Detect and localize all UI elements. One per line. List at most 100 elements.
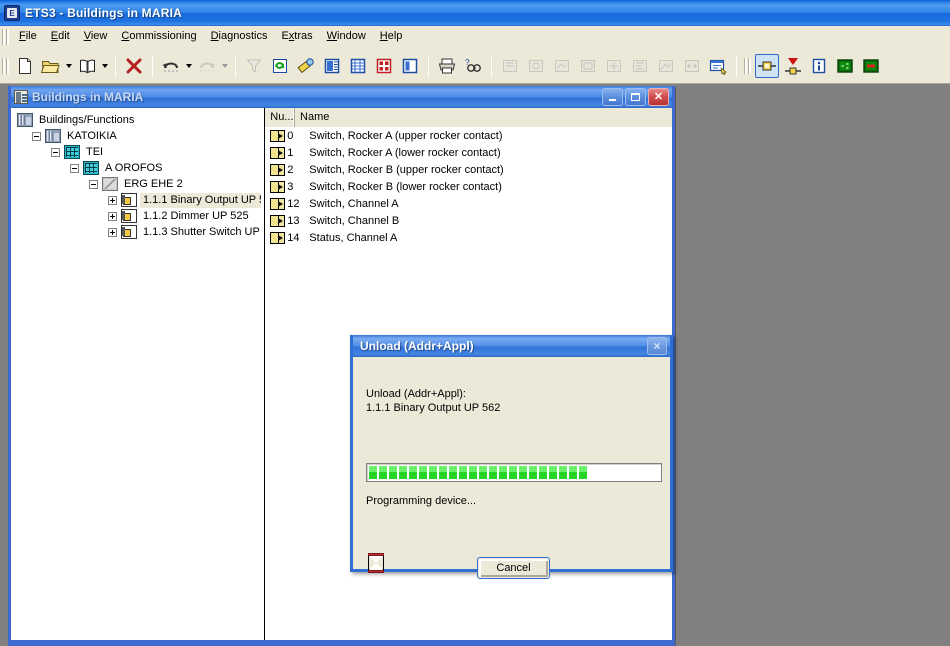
- child-maximize-button[interactable]: [625, 88, 646, 106]
- undo-icon[interactable]: [159, 54, 183, 78]
- table-row[interactable]: 1 Switch, Rocker A (lower rocker contact…: [265, 144, 672, 161]
- progress-bar-fill: [369, 466, 590, 479]
- tree-expander-plus[interactable]: [108, 227, 117, 237]
- find-icon[interactable]: [294, 54, 318, 78]
- device-1-icon: [498, 54, 522, 78]
- tree-node-binary-output[interactable]: 1.1.1 Binary Output UP 562: [15, 192, 262, 208]
- tree-node-label: 1.1.2 Dimmer UP 525: [143, 209, 249, 222]
- table-row[interactable]: 14 Status, Channel A: [265, 229, 672, 246]
- page-title: ETS3 - Buildings in MARIA: [25, 6, 182, 20]
- row-number: 14: [287, 231, 300, 244]
- refresh-icon[interactable]: [268, 54, 292, 78]
- device-7-icon: [654, 54, 678, 78]
- menu-diagnostics[interactable]: Diagnostics: [204, 28, 275, 45]
- row-name: Switch, Rocker B (lower rocker contact): [309, 180, 502, 193]
- tree-node-label: A OROFOS: [105, 161, 163, 174]
- list-column-header: Nu... Name: [265, 108, 672, 127]
- room-icon: [102, 177, 118, 191]
- child-title-bar: Buildings in MARIA ✕: [11, 86, 672, 108]
- dialog-title-bar: Unload (Addr+Appl) ×: [353, 335, 670, 357]
- tree-node-buildings-functions[interactable]: Buildings/Functions: [15, 112, 261, 128]
- product-database-icon[interactable]: [75, 54, 99, 78]
- buildings-root-icon: [17, 113, 33, 127]
- group-address-icon[interactable]: [372, 54, 396, 78]
- object-icon: [270, 231, 286, 244]
- child-close-button[interactable]: ✕: [648, 88, 669, 106]
- panel-view-icon[interactable]: [398, 54, 422, 78]
- tree-expander-plus[interactable]: [108, 211, 117, 221]
- status-text: Programming device...: [366, 495, 477, 507]
- unload-progress-dialog: Unload (Addr+Appl) × Unload (Addr+Appl):…: [350, 335, 673, 579]
- device-4-icon: [576, 54, 600, 78]
- tree-node-katoikia[interactable]: KATOIKIA: [15, 128, 261, 144]
- tree-expander-plus[interactable]: [108, 195, 117, 205]
- tree-node-dimmer[interactable]: 1.1.2 Dimmer UP 525: [15, 208, 261, 224]
- tree-expander-minus[interactable]: [32, 131, 41, 141]
- child-minimize-button[interactable]: [602, 88, 623, 106]
- dialog-title: Unload (Addr+Appl): [360, 339, 474, 353]
- tree-node-label: Buildings/Functions: [39, 113, 135, 126]
- row-number: 3: [287, 180, 294, 193]
- tree-node-erg-ehe-2[interactable]: ERG EHE 2: [15, 176, 261, 192]
- undo-dropdown-arrow[interactable]: [184, 54, 194, 78]
- cancel-button[interactable]: Cancel: [477, 557, 550, 579]
- object-icon: [270, 129, 286, 142]
- table-row[interactable]: 2 Switch, Rocker B (upper rocker contact…: [265, 161, 672, 178]
- toolbar-grip-handle[interactable]: [2, 57, 9, 74]
- product-database-dropdown-arrow[interactable]: [100, 54, 110, 78]
- open-project-dropdown-arrow[interactable]: [64, 54, 74, 78]
- ets3-icon: [4, 5, 20, 21]
- toolbar-separator: [428, 54, 429, 77]
- table-row[interactable]: 13 Switch, Channel B: [265, 212, 672, 229]
- menu-window[interactable]: Window: [320, 28, 373, 45]
- tree-expander-minus[interactable]: [89, 179, 98, 189]
- unload-device-icon[interactable]: [781, 54, 805, 78]
- floor-icon: [64, 145, 80, 159]
- dialog-operation-label: Unload (Addr+Appl):: [366, 388, 466, 400]
- menu-help[interactable]: Help: [373, 28, 410, 45]
- program-device-icon[interactable]: [755, 53, 779, 78]
- print-preview-icon[interactable]: ?: [461, 54, 485, 78]
- toolbar-separator: [736, 54, 737, 77]
- report-icon[interactable]: [320, 54, 344, 78]
- tree-expander-minus[interactable]: [51, 147, 60, 157]
- mdi-client-area: Buildings in MARIA ✕ Buildings/Functions: [0, 84, 950, 646]
- menu-file[interactable]: FFileile: [12, 28, 44, 45]
- table-row[interactable]: 3 Switch, Rocker B (lower rocker contact…: [265, 178, 672, 195]
- child-window-bottom-edge: [11, 640, 672, 643]
- commissioning-toolbar-grip[interactable]: [744, 57, 751, 74]
- open-project-icon[interactable]: [39, 54, 63, 78]
- column-header-number[interactable]: Nu...: [265, 108, 296, 127]
- menu-grip-handle[interactable]: [2, 28, 9, 45]
- device-icon: [121, 225, 137, 239]
- menu-bar: FFileile Edit View Commissioning Diagnos…: [0, 26, 950, 48]
- tree-expander-minus[interactable]: [70, 163, 79, 173]
- dialog-device-label: 1.1.1 Binary Output UP 562: [366, 402, 501, 414]
- main-toolbar: ?: [0, 48, 950, 84]
- new-project-icon[interactable]: [13, 54, 37, 78]
- column-header-name[interactable]: Name: [295, 108, 672, 127]
- tree-node-shutter-switch[interactable]: 1.1.3 Shutter Switch UP 520: [15, 224, 261, 240]
- object-icon: [270, 214, 286, 227]
- delete-icon[interactable]: [122, 54, 146, 78]
- tree-node-a-orofos[interactable]: A OROFOS: [15, 160, 261, 176]
- bus-monitor-icon[interactable]: [859, 54, 883, 78]
- floor-icon: [83, 161, 99, 175]
- row-number: 2: [287, 163, 294, 176]
- device-info-icon[interactable]: [807, 54, 831, 78]
- menu-commissioning[interactable]: Commissioning: [114, 28, 203, 45]
- table-row[interactable]: 0 Switch, Rocker A (upper rocker contact…: [265, 127, 672, 144]
- properties-icon[interactable]: [706, 54, 730, 78]
- menu-edit[interactable]: Edit: [44, 28, 77, 45]
- buildings-tree[interactable]: Buildings/Functions KATOIKIA TEI A OROFO…: [11, 108, 262, 643]
- table-row[interactable]: 12 Switch, Channel A: [265, 195, 672, 212]
- grid-view-icon[interactable]: [346, 54, 370, 78]
- tree-node-tei[interactable]: TEI: [15, 144, 261, 160]
- dialog-close-button[interactable]: ×: [647, 337, 667, 355]
- filter-icon: [242, 54, 266, 78]
- row-name: Switch, Channel B: [309, 214, 400, 227]
- print-icon[interactable]: [435, 54, 459, 78]
- group-monitor-icon[interactable]: [833, 54, 857, 78]
- menu-extras[interactable]: Extras: [274, 28, 319, 45]
- menu-view[interactable]: View: [77, 28, 115, 45]
